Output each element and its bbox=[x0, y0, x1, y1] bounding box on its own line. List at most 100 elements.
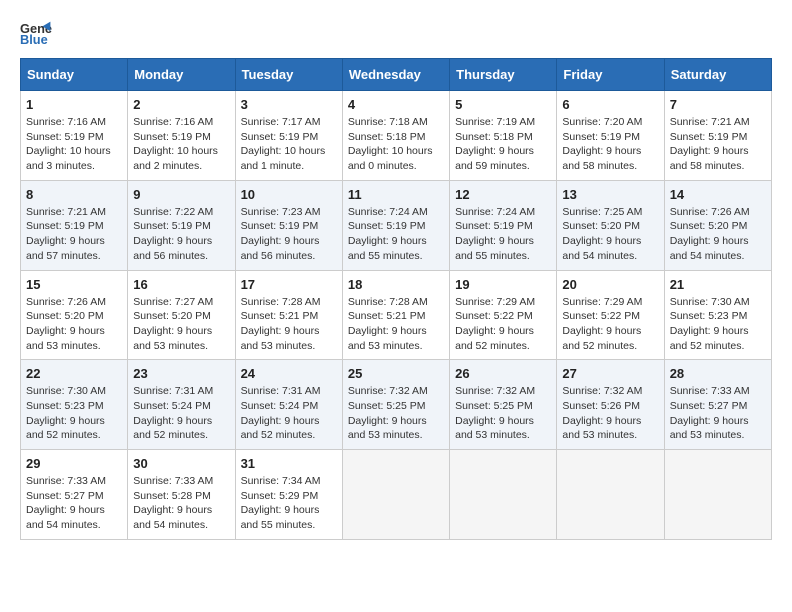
calendar-cell: 12 Sunrise: 7:24 AM Sunset: 5:19 PM Dayli… bbox=[450, 180, 557, 270]
calendar-cell: 9 Sunrise: 7:22 AM Sunset: 5:19 PM Daylig… bbox=[128, 180, 235, 270]
calendar-week-row: 22 Sunrise: 7:30 AM Sunset: 5:23 PM Dayli… bbox=[21, 360, 772, 450]
day-detail: Sunrise: 7:28 AM Sunset: 5:21 PM Dayligh… bbox=[348, 295, 444, 354]
calendar-cell: 4 Sunrise: 7:18 AM Sunset: 5:18 PM Daylig… bbox=[342, 91, 449, 181]
day-detail: Sunrise: 7:32 AM Sunset: 5:25 PM Dayligh… bbox=[348, 384, 444, 443]
calendar-cell: 16 Sunrise: 7:27 AM Sunset: 5:20 PM Dayli… bbox=[128, 270, 235, 360]
calendar-cell: 14 Sunrise: 7:26 AM Sunset: 5:20 PM Dayli… bbox=[664, 180, 771, 270]
calendar-cell bbox=[664, 450, 771, 540]
day-detail: Sunrise: 7:33 AM Sunset: 5:28 PM Dayligh… bbox=[133, 474, 229, 533]
calendar-cell: 3 Sunrise: 7:17 AM Sunset: 5:19 PM Daylig… bbox=[235, 91, 342, 181]
day-detail: Sunrise: 7:17 AM Sunset: 5:19 PM Dayligh… bbox=[241, 115, 337, 174]
calendar-cell: 15 Sunrise: 7:26 AM Sunset: 5:20 PM Dayli… bbox=[21, 270, 128, 360]
calendar-header-row: SundayMondayTuesdayWednesdayThursdayFrid… bbox=[21, 59, 772, 91]
weekday-header: Wednesday bbox=[342, 59, 449, 91]
day-detail: Sunrise: 7:18 AM Sunset: 5:18 PM Dayligh… bbox=[348, 115, 444, 174]
day-number: 10 bbox=[241, 187, 337, 202]
day-detail: Sunrise: 7:32 AM Sunset: 5:26 PM Dayligh… bbox=[562, 384, 658, 443]
day-number: 8 bbox=[26, 187, 122, 202]
day-number: 23 bbox=[133, 366, 229, 381]
calendar-cell: 18 Sunrise: 7:28 AM Sunset: 5:21 PM Dayli… bbox=[342, 270, 449, 360]
day-number: 15 bbox=[26, 277, 122, 292]
day-number: 26 bbox=[455, 366, 551, 381]
day-detail: Sunrise: 7:33 AM Sunset: 5:27 PM Dayligh… bbox=[26, 474, 122, 533]
day-detail: Sunrise: 7:31 AM Sunset: 5:24 PM Dayligh… bbox=[241, 384, 337, 443]
calendar-cell: 8 Sunrise: 7:21 AM Sunset: 5:19 PM Daylig… bbox=[21, 180, 128, 270]
day-number: 3 bbox=[241, 97, 337, 112]
day-number: 11 bbox=[348, 187, 444, 202]
calendar-week-row: 8 Sunrise: 7:21 AM Sunset: 5:19 PM Daylig… bbox=[21, 180, 772, 270]
day-number: 9 bbox=[133, 187, 229, 202]
calendar-cell: 20 Sunrise: 7:29 AM Sunset: 5:22 PM Dayli… bbox=[557, 270, 664, 360]
calendar-cell: 22 Sunrise: 7:30 AM Sunset: 5:23 PM Dayli… bbox=[21, 360, 128, 450]
day-number: 16 bbox=[133, 277, 229, 292]
day-detail: Sunrise: 7:30 AM Sunset: 5:23 PM Dayligh… bbox=[670, 295, 766, 354]
day-detail: Sunrise: 7:26 AM Sunset: 5:20 PM Dayligh… bbox=[26, 295, 122, 354]
day-number: 22 bbox=[26, 366, 122, 381]
weekday-header: Sunday bbox=[21, 59, 128, 91]
day-detail: Sunrise: 7:19 AM Sunset: 5:18 PM Dayligh… bbox=[455, 115, 551, 174]
calendar-cell: 19 Sunrise: 7:29 AM Sunset: 5:22 PM Dayli… bbox=[450, 270, 557, 360]
calendar-cell: 21 Sunrise: 7:30 AM Sunset: 5:23 PM Dayli… bbox=[664, 270, 771, 360]
weekday-header: Monday bbox=[128, 59, 235, 91]
day-detail: Sunrise: 7:26 AM Sunset: 5:20 PM Dayligh… bbox=[670, 205, 766, 264]
day-detail: Sunrise: 7:21 AM Sunset: 5:19 PM Dayligh… bbox=[670, 115, 766, 174]
day-number: 5 bbox=[455, 97, 551, 112]
calendar-week-row: 15 Sunrise: 7:26 AM Sunset: 5:20 PM Dayli… bbox=[21, 270, 772, 360]
day-detail: Sunrise: 7:20 AM Sunset: 5:19 PM Dayligh… bbox=[562, 115, 658, 174]
day-number: 19 bbox=[455, 277, 551, 292]
day-number: 30 bbox=[133, 456, 229, 471]
day-detail: Sunrise: 7:29 AM Sunset: 5:22 PM Dayligh… bbox=[562, 295, 658, 354]
day-number: 14 bbox=[670, 187, 766, 202]
weekday-header: Thursday bbox=[450, 59, 557, 91]
day-detail: Sunrise: 7:31 AM Sunset: 5:24 PM Dayligh… bbox=[133, 384, 229, 443]
calendar-cell: 17Sunrise: 7:28 AM Sunset: 5:21 PM Dayli… bbox=[235, 270, 342, 360]
day-detail: Sunrise: 7:21 AM Sunset: 5:19 PM Dayligh… bbox=[26, 205, 122, 264]
day-number: 2 bbox=[133, 97, 229, 112]
calendar-cell: 26 Sunrise: 7:32 AM Sunset: 5:25 PM Dayli… bbox=[450, 360, 557, 450]
day-detail: Sunrise: 7:24 AM Sunset: 5:19 PM Dayligh… bbox=[348, 205, 444, 264]
day-detail: Sunrise: 7:22 AM Sunset: 5:19 PM Dayligh… bbox=[133, 205, 229, 264]
day-number: 18 bbox=[348, 277, 444, 292]
calendar-cell: 10 Sunrise: 7:23 AM Sunset: 5:19 PM Dayli… bbox=[235, 180, 342, 270]
calendar-cell: 27 Sunrise: 7:32 AM Sunset: 5:26 PM Dayli… bbox=[557, 360, 664, 450]
day-detail: Sunrise: 7:25 AM Sunset: 5:20 PM Dayligh… bbox=[562, 205, 658, 264]
day-detail: Sunrise: 7:24 AM Sunset: 5:19 PM Dayligh… bbox=[455, 205, 551, 264]
day-detail: Sunrise: 7:29 AM Sunset: 5:22 PM Dayligh… bbox=[455, 295, 551, 354]
calendar-cell: 6 Sunrise: 7:20 AM Sunset: 5:19 PM Daylig… bbox=[557, 91, 664, 181]
day-detail: Sunrise: 7:33 AM Sunset: 5:27 PM Dayligh… bbox=[670, 384, 766, 443]
weekday-header: Saturday bbox=[664, 59, 771, 91]
calendar-cell bbox=[342, 450, 449, 540]
calendar-cell: 23 Sunrise: 7:31 AM Sunset: 5:24 PM Dayli… bbox=[128, 360, 235, 450]
calendar-cell: 11 Sunrise: 7:24 AM Sunset: 5:19 PM Dayli… bbox=[342, 180, 449, 270]
weekday-header: Friday bbox=[557, 59, 664, 91]
day-detail: Sunrise: 7:28 AM Sunset: 5:21 PM Dayligh… bbox=[241, 295, 337, 354]
logo-icon: General Blue bbox=[20, 20, 52, 48]
day-detail: Sunrise: 7:30 AM Sunset: 5:23 PM Dayligh… bbox=[26, 384, 122, 443]
day-number: 1 bbox=[26, 97, 122, 112]
logo: General Blue bbox=[20, 20, 56, 48]
calendar-cell bbox=[557, 450, 664, 540]
calendar-table: SundayMondayTuesdayWednesdayThursdayFrid… bbox=[20, 58, 772, 540]
day-detail: Sunrise: 7:27 AM Sunset: 5:20 PM Dayligh… bbox=[133, 295, 229, 354]
day-number: 20 bbox=[562, 277, 658, 292]
day-number: 31 bbox=[241, 456, 337, 471]
day-detail: Sunrise: 7:16 AM Sunset: 5:19 PM Dayligh… bbox=[133, 115, 229, 174]
day-number: 28 bbox=[670, 366, 766, 381]
calendar-cell bbox=[450, 450, 557, 540]
calendar-cell: 24 Sunrise: 7:31 AM Sunset: 5:24 PM Dayli… bbox=[235, 360, 342, 450]
day-number: 7 bbox=[670, 97, 766, 112]
day-number: 21 bbox=[670, 277, 766, 292]
calendar-cell: 28 Sunrise: 7:33 AM Sunset: 5:27 PM Dayli… bbox=[664, 360, 771, 450]
day-number: 24 bbox=[241, 366, 337, 381]
calendar-cell: 29Sunrise: 7:33 AM Sunset: 5:27 PM Dayli… bbox=[21, 450, 128, 540]
calendar-cell: 13Sunrise: 7:25 AM Sunset: 5:20 PM Dayli… bbox=[557, 180, 664, 270]
calendar-cell: 30 Sunrise: 7:33 AM Sunset: 5:28 PM Dayli… bbox=[128, 450, 235, 540]
day-detail: Sunrise: 7:16 AM Sunset: 5:19 PM Dayligh… bbox=[26, 115, 122, 174]
day-number: 27 bbox=[562, 366, 658, 381]
day-number: 4 bbox=[348, 97, 444, 112]
day-detail: Sunrise: 7:23 AM Sunset: 5:19 PM Dayligh… bbox=[241, 205, 337, 264]
day-number: 12 bbox=[455, 187, 551, 202]
calendar-cell: 2 Sunrise: 7:16 AM Sunset: 5:19 PM Daylig… bbox=[128, 91, 235, 181]
day-detail: Sunrise: 7:32 AM Sunset: 5:25 PM Dayligh… bbox=[455, 384, 551, 443]
day-number: 6 bbox=[562, 97, 658, 112]
